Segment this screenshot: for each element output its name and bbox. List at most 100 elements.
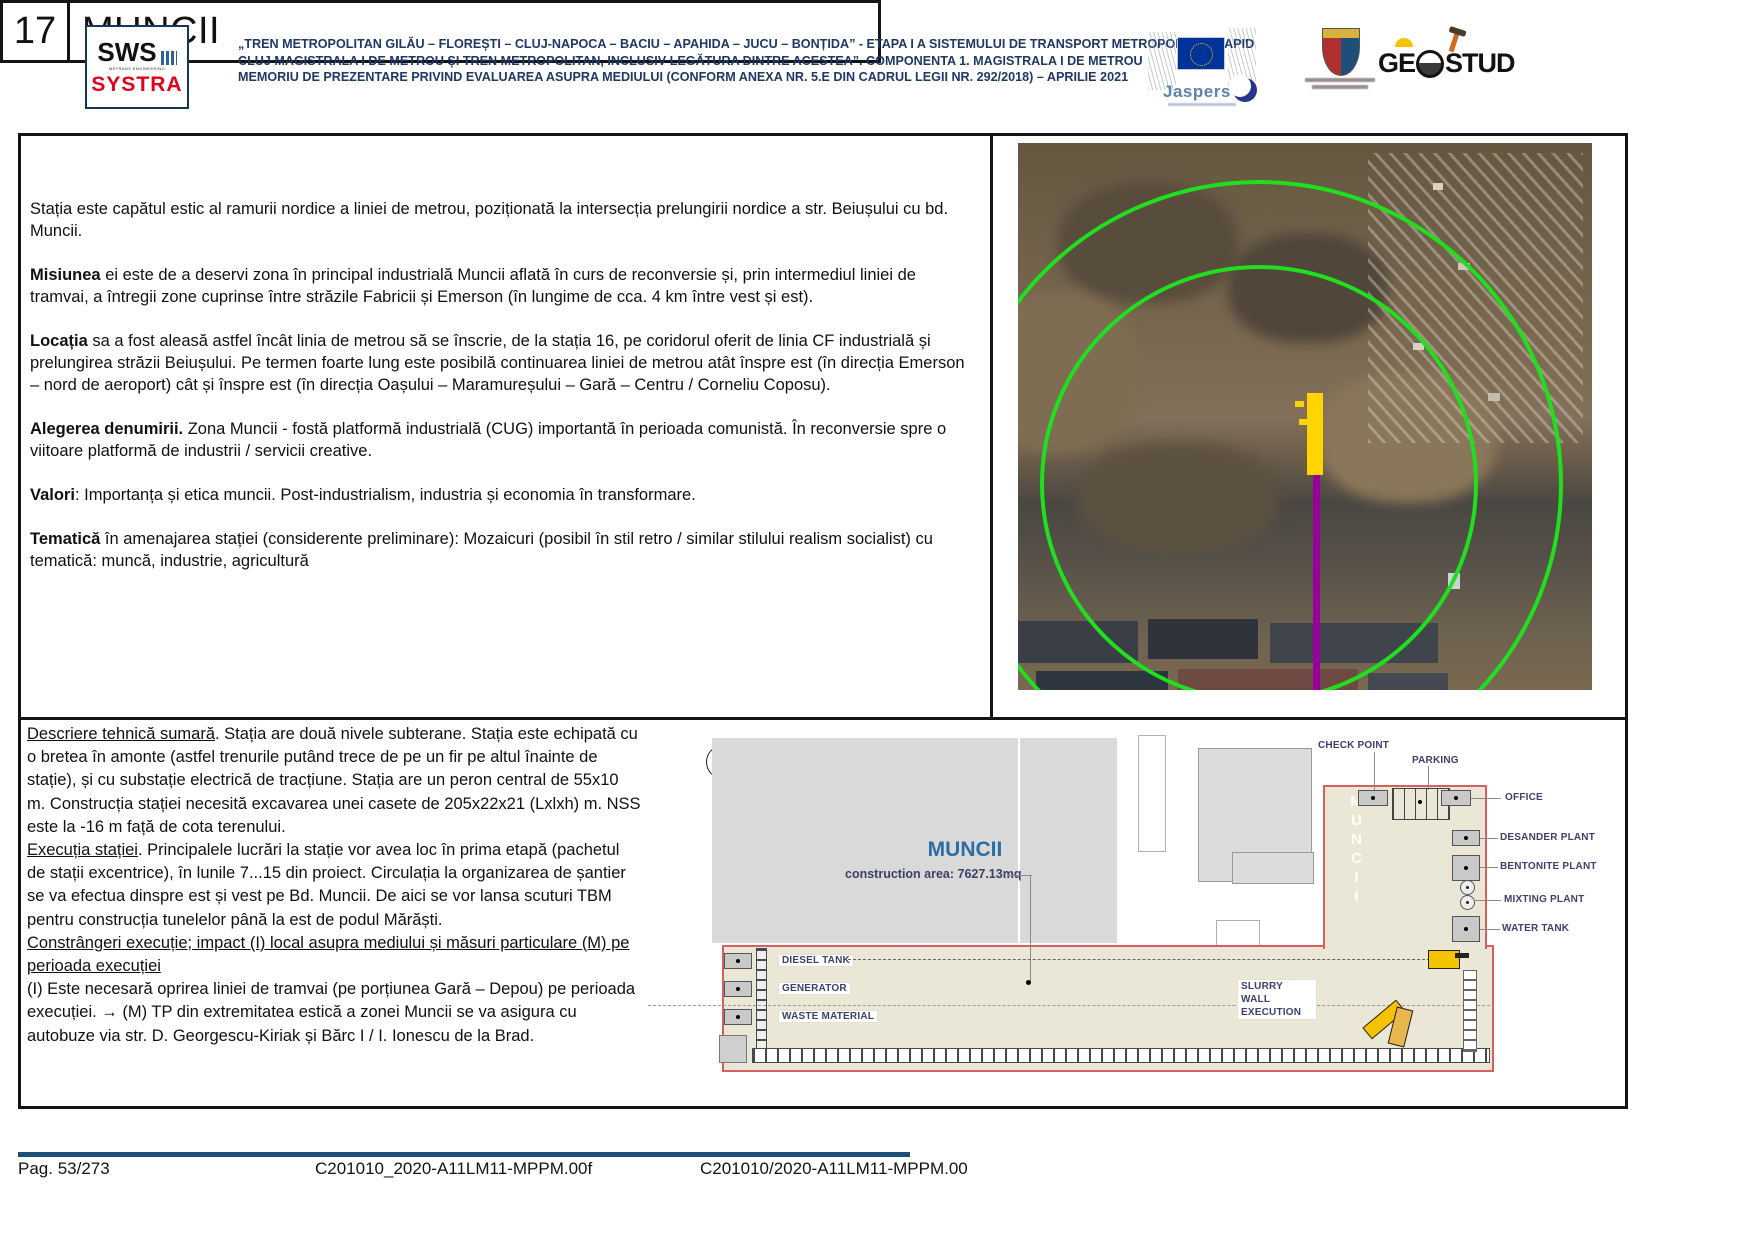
satellite-image — [1018, 143, 1592, 690]
guide-wall — [1463, 970, 1477, 1052]
paragraph: Misiunea ei este de a deservi zona în pr… — [30, 264, 975, 308]
sws-logo-row: SWS — [97, 39, 176, 65]
waste-marker — [724, 1009, 752, 1025]
label-parking: PARKING — [1412, 755, 1459, 766]
station-overview-text: Stația este capătul estic al ramurii nor… — [30, 198, 975, 594]
mixting-marker — [1460, 895, 1475, 910]
excavator-arm — [1455, 953, 1469, 958]
page-number: Pag. 53/273 — [18, 1159, 110, 1179]
sws-wordmark: SWS — [97, 39, 156, 65]
leader-line — [1008, 875, 1032, 876]
paragraph-text: sa a fost aleasă astfel încât linia de m… — [30, 332, 965, 394]
jaspers-crescent-icon — [1233, 78, 1257, 102]
section-lead: Constrângeri execuție; impact (I) local … — [27, 934, 629, 975]
road-edge-line — [648, 1005, 1490, 1006]
diesel-tank-marker — [724, 953, 752, 969]
metrans-m-icon — [161, 51, 177, 65]
section-lead: Descriere tehnică sumară — [27, 725, 215, 743]
label-mixting: MIXTING PLANT — [1504, 894, 1584, 905]
section-text: (I) Este necesară oprirea liniei de tram… — [27, 980, 635, 1044]
checkpoint-marker — [1358, 790, 1388, 806]
leader-line — [1471, 798, 1501, 799]
geostud-logo: GE STUD — [1378, 48, 1515, 79]
jaspers-caption — [1168, 103, 1236, 106]
metrans-caption: METRANS ENGINEERING — [109, 67, 165, 71]
paragraph-text: : Importanța și etica muncii. Post-indus… — [75, 486, 696, 504]
parking-dot — [1418, 800, 1422, 804]
label-water-tank: WATER TANK — [1502, 923, 1569, 934]
eu-stars-icon — [1190, 43, 1213, 66]
label-check-point: CHECK POINT — [1318, 740, 1389, 751]
site-fence-vertical — [756, 948, 767, 1052]
paragraph-text: Stația este capătul estic al ramurii nor… — [30, 200, 948, 240]
systra-wordmark: SYSTRA — [91, 74, 182, 95]
station-marker-detail — [1295, 401, 1304, 407]
paragraph-lead: Misiunea — [30, 266, 101, 284]
paragraph: Valori: Importanța și etica muncii. Post… — [30, 484, 975, 506]
sws-systra-logo: SWS METRANS ENGINEERING SYSTRA — [85, 25, 189, 109]
leader-line — [1480, 838, 1498, 839]
water-tank-marker — [1452, 916, 1480, 942]
paragraph-text: în amenajarea stației (considerente prel… — [30, 530, 933, 570]
storage-square — [719, 1035, 747, 1063]
leader-line — [1030, 875, 1031, 981]
building-outline — [1232, 852, 1314, 884]
paragraph-lead: Locația — [30, 332, 88, 350]
label-slurry-wall: SLURRY WALL EXECUTION — [1238, 980, 1316, 1019]
label-waste-material: WASTE MATERIAL — [779, 1011, 877, 1022]
metro-line-overlay — [1313, 475, 1320, 690]
label-desander: DESANDER PLANT — [1500, 832, 1595, 843]
site-watermark: MUNCII — [1348, 793, 1365, 893]
geostud-o-icon — [1416, 50, 1444, 78]
station-number: 17 — [3, 3, 70, 60]
paragraph: Tematică în amenajarea stației (consider… — [30, 528, 975, 572]
jaspers-wordmark: Jaspers — [1163, 82, 1231, 102]
section-lead: Execuția stației — [27, 841, 138, 859]
paragraph-lead: Valori — [30, 486, 75, 504]
document-header-title: „TREN METROPOLITAN GILĂU – FLOREȘTI – CL… — [238, 36, 1138, 86]
header-title-line-2: CLUJ MAGISTRALA I DE METROU ȘI TREN METR… — [238, 53, 1138, 70]
leader-dot — [1026, 980, 1031, 985]
paragraph: Stația este capătul estic al ramurii nor… — [30, 198, 975, 242]
cluj-coat-of-arms — [1322, 28, 1360, 76]
station-marker-detail — [1299, 419, 1307, 425]
header-title-line-3: MEMORIU DE PREZENTARE PRIVIND EVALUAREA … — [238, 69, 1138, 86]
boulevard-axis-line — [848, 959, 1460, 960]
paragraph-text: ei este de a deservi zona în principal i… — [30, 266, 916, 306]
geostud-hardhat-icon — [1395, 38, 1413, 47]
paragraph-lead: Tematică — [30, 530, 100, 548]
technical-text: Descriere tehnică sumară. Stația are dou… — [27, 723, 641, 1048]
geostud-ge: GE — [1378, 48, 1415, 79]
leader-line — [1475, 900, 1501, 901]
header-title-line-1: „TREN METROPOLITAN GILĂU – FLOREȘTI – CL… — [238, 36, 1138, 53]
paragraph-lead: Alegerea denumirii. — [30, 420, 183, 438]
leader-line — [1480, 867, 1498, 868]
plan-area-label: construction area: 7627.13mq — [845, 867, 1021, 881]
plan-title: MUNCII — [900, 838, 1030, 862]
label-office: OFFICE — [1505, 792, 1543, 803]
label-bentonite: BENTONITE PLANT — [1500, 861, 1597, 872]
coa-caption-line — [1312, 85, 1368, 89]
label-generator: GENERATOR — [779, 983, 850, 994]
paragraph: Locația sa a fost aleasă astfel încât li… — [30, 330, 975, 396]
coa-caption-line — [1305, 78, 1375, 82]
office-marker — [1441, 790, 1471, 806]
generator-marker — [724, 981, 752, 997]
footer-rule — [18, 1152, 910, 1157]
desander-marker — [1452, 830, 1480, 846]
leader-line — [1480, 929, 1500, 930]
geostud-stud: STUD — [1445, 48, 1515, 79]
mixting-marker — [1460, 880, 1475, 895]
leader-line — [1374, 752, 1375, 790]
leader-line — [1428, 766, 1429, 790]
eu-flag-icon — [1178, 38, 1224, 69]
slurry-wall-strip — [752, 1048, 1490, 1063]
bentonite-marker — [1452, 855, 1480, 881]
building-outline — [1138, 735, 1166, 852]
document-page: SWS METRANS ENGINEERING SYSTRA „TREN MET… — [0, 0, 1754, 1240]
label-diesel-tank: DIESEL TANK — [779, 955, 853, 966]
document-reference-center: C201010_2020-A11LM11-MPPM.00f — [315, 1159, 592, 1179]
building — [1433, 183, 1443, 190]
station-marker-overlay — [1307, 393, 1323, 475]
paragraph: Alegerea denumirii. Zona Muncii - fostă … — [30, 418, 975, 462]
